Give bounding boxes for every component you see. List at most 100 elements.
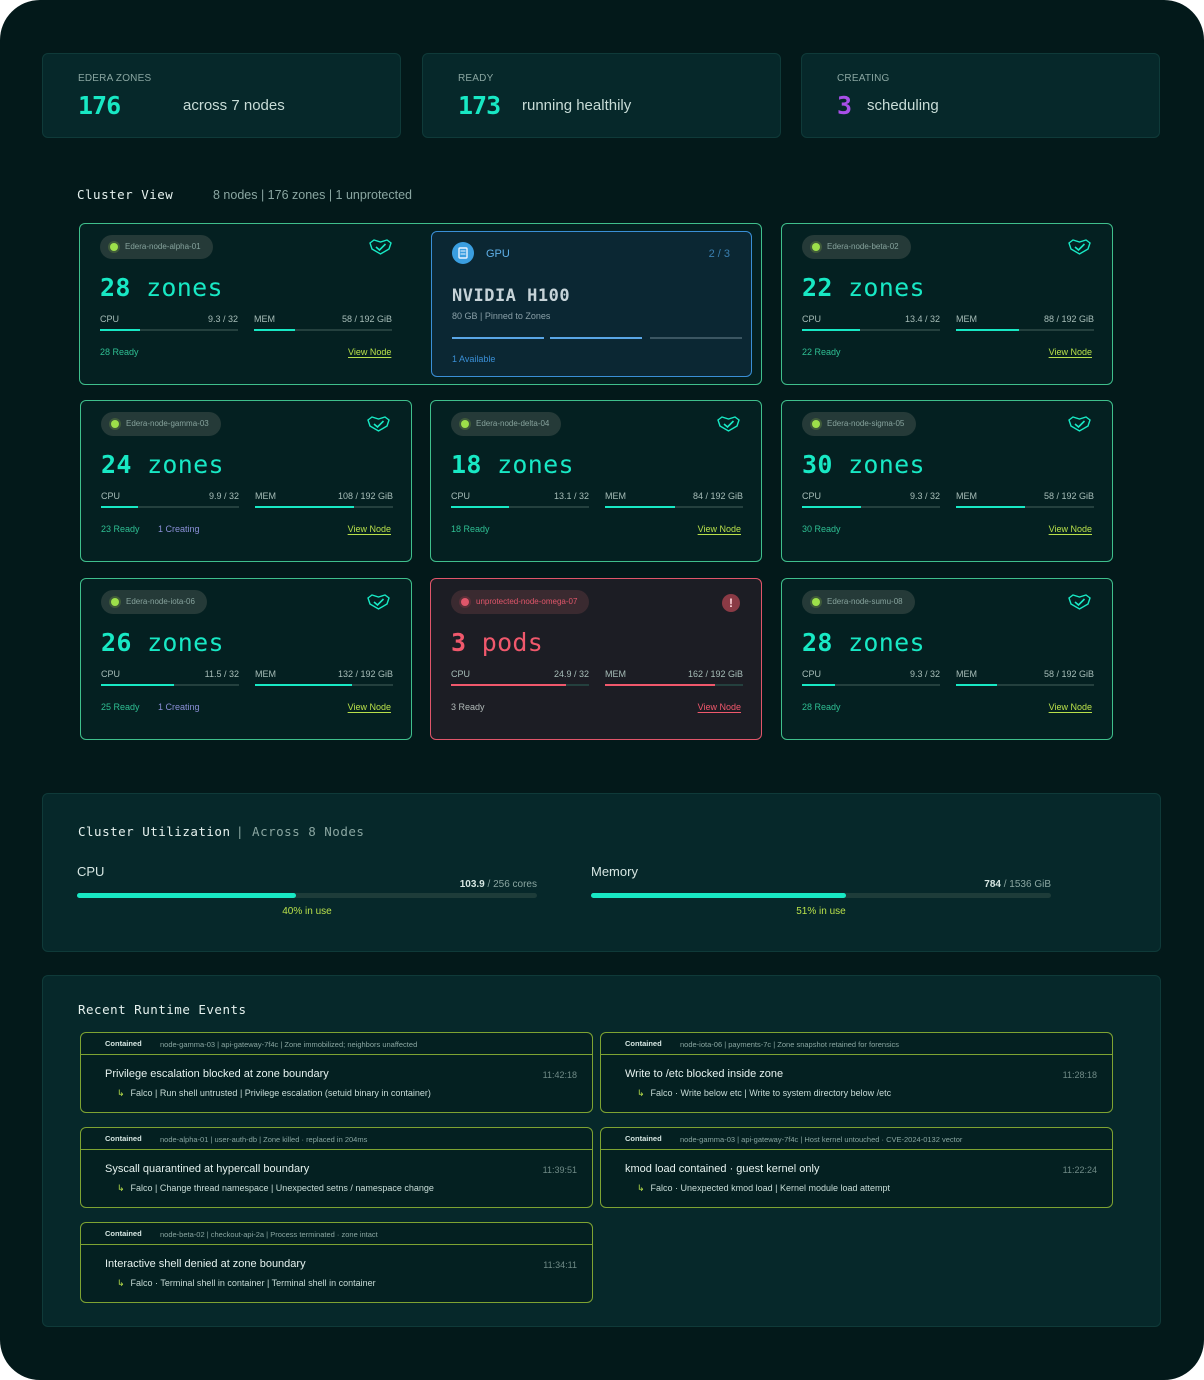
event-title: Write to /etc blocked inside zone	[625, 1068, 784, 1080]
node-zone-count: 24 zones	[101, 450, 224, 479]
stat-label: EDERA ZONES	[78, 73, 152, 84]
view-node-link[interactable]: View Node	[1049, 702, 1092, 712]
return-arrow-icon: ↳	[117, 1278, 125, 1288]
node-card[interactable]: Edera-node-iota-06 26 zones CPU 11.5 / 32 ME…	[80, 578, 412, 740]
node-name-pill: Edera-node-alpha-01	[100, 235, 213, 259]
gpu-card[interactable]: GPU 2 / 3 NVIDIA H100 80 GB | Pinned to …	[431, 231, 752, 377]
stat-card-ready: READY 173 running healthily	[422, 53, 781, 138]
node-card[interactable]: Edera-node-gamma-03 24 zones CPU 9.9 / 32 ME…	[80, 400, 412, 562]
shield-check-icon	[366, 414, 391, 433]
node-zone-count: 18 zones	[451, 450, 574, 479]
event-detail: ↳ Falco · Write below etc | Write to syst…	[637, 1088, 892, 1098]
cpu-percent: 40% in use	[282, 906, 332, 917]
event-time: 11:42:18	[542, 1070, 577, 1080]
cpu-label: CPU	[77, 864, 105, 879]
cluster-utilization-panel: Cluster Utilization | Across 8 Nodes CPU…	[42, 793, 1161, 952]
node-card[interactable]: Edera-node-beta-02 22 zones CPU 13.4 / 32 ME…	[781, 223, 1113, 385]
mem-bar	[255, 506, 393, 508]
stat-desc: across 7 nodes	[183, 97, 285, 114]
node-card[interactable]: Edera-node-alpha-01 28 zones CPU 9.3 / 32 ME…	[79, 223, 762, 385]
mem-bar	[956, 506, 1094, 508]
gpu-slot-bar	[650, 337, 742, 339]
cpu-progress-track	[77, 893, 537, 898]
event-header: Contained node-alpha-01 | user-auth-db |…	[81, 1128, 592, 1150]
event-card[interactable]: Contained node-iota-06 | payments-7c | Z…	[600, 1032, 1113, 1113]
gpu-model: NVIDIA H100	[452, 286, 571, 306]
node-zone-count: 28 zones	[100, 273, 223, 302]
view-node-link[interactable]: View Node	[698, 524, 741, 534]
warning-icon: !	[722, 594, 740, 612]
node-zone-count: 26 zones	[101, 628, 224, 657]
node-name-pill: Edera-node-iota-06	[101, 590, 207, 614]
event-time: 11:39:51	[542, 1165, 577, 1175]
gpu-count: 2 / 3	[708, 248, 730, 260]
mem-bar	[605, 684, 743, 686]
event-detail: ↳ Falco | Change thread namespace | Unexp…	[117, 1183, 434, 1193]
memory-label: Memory	[591, 864, 638, 879]
mem-bar	[605, 506, 743, 508]
status-dot-icon	[812, 420, 820, 428]
shield-check-icon	[368, 237, 393, 256]
node-card[interactable]: Edera-node-sigma-05 30 zones CPU 9.3 / 32 ME…	[781, 400, 1113, 562]
cpu-bar	[451, 684, 589, 686]
mem-bar	[254, 329, 392, 331]
event-time: 11:28:18	[1062, 1070, 1097, 1080]
event-card[interactable]: Contained node-beta-02 | checkout-api-2a…	[80, 1222, 593, 1303]
gpu-slot-bar	[550, 337, 642, 339]
return-arrow-icon: ↳	[117, 1183, 125, 1193]
mem-bar	[956, 684, 1094, 686]
cluster-view-title: Cluster View	[77, 187, 174, 202]
ready-count: 22 Ready	[802, 347, 841, 357]
event-card[interactable]: Contained node-alpha-01 | user-auth-db |…	[80, 1127, 593, 1208]
shield-check-icon	[366, 592, 391, 611]
stat-desc: running healthily	[522, 97, 632, 114]
event-meta: node-gamma-03 | api-gateway-7f4c | Zone …	[160, 1040, 418, 1049]
return-arrow-icon: ↳	[637, 1088, 645, 1098]
event-card[interactable]: Contained node-gamma-03 | api-gateway-7f…	[600, 1127, 1113, 1208]
utilization-title: Cluster Utilization	[78, 824, 231, 839]
view-node-link[interactable]: View Node	[348, 702, 391, 712]
node-zone-count: 22 zones	[802, 273, 925, 302]
event-detail: ↳ Falco · Unexpected kmod load | Kernel m…	[637, 1183, 891, 1193]
node-zone-count: 3 pods	[451, 628, 544, 657]
node-name-pill: unprotected-node-omega-07	[451, 590, 590, 614]
memory-progress-track	[591, 893, 1051, 898]
dashboard: EDERA ZONES 176 across 7 nodes READY 173…	[0, 0, 1204, 1380]
view-node-link[interactable]: View Node	[348, 347, 391, 357]
gpu-available: 1 Available	[452, 354, 496, 364]
cpu-progress-fill	[77, 893, 296, 898]
gpu-label: GPU	[486, 248, 510, 260]
event-detail: ↳ Falco · Terminal shell in container | T…	[117, 1278, 376, 1288]
stat-label: READY	[458, 73, 494, 84]
return-arrow-icon: ↳	[637, 1183, 645, 1193]
event-status-tag: Contained	[625, 1039, 662, 1048]
view-node-link[interactable]: View Node	[1049, 524, 1092, 534]
memory-percent: 51% in use	[796, 906, 846, 917]
view-node-link[interactable]: View Node	[698, 702, 741, 712]
view-node-link[interactable]: View Node	[348, 524, 391, 534]
event-status-tag: Contained	[105, 1039, 142, 1048]
event-card[interactable]: Contained node-gamma-03 | api-gateway-7f…	[80, 1032, 593, 1113]
node-card[interactable]: Edera-node-sumu-08 28 zones CPU 9.3 / 32 MEM…	[781, 578, 1113, 740]
shield-check-icon	[1067, 237, 1092, 256]
node-name-pill: Edera-node-delta-04	[451, 412, 562, 436]
status-dot-icon	[111, 598, 119, 606]
cpu-value: 103.9 / 256 cores	[459, 879, 537, 890]
status-dot-icon	[461, 598, 469, 606]
stat-value: 176	[78, 91, 121, 120]
cpu-bar	[802, 329, 940, 331]
node-name-pill: Edera-node-sigma-05	[802, 412, 917, 436]
stat-value: 173	[458, 91, 501, 120]
gpu-subtitle: 80 GB | Pinned to Zones	[452, 311, 551, 321]
ready-count: 25 Ready	[101, 702, 140, 712]
creating-count: 1 Creating	[158, 702, 200, 712]
shield-check-icon	[716, 414, 741, 433]
view-node-link[interactable]: View Node	[1049, 347, 1092, 357]
node-card[interactable]: unprotected-node-omega-07! 3 pods CPU 24.9 …	[430, 578, 762, 740]
cpu-bar	[100, 329, 238, 331]
node-card[interactable]: Edera-node-delta-04 18 zones CPU 13.1 / 32 M…	[430, 400, 762, 562]
ready-count: 23 Ready	[101, 524, 140, 534]
shield-check-icon	[1067, 592, 1092, 611]
cpu-bar	[451, 506, 589, 508]
shield-check-icon	[1067, 414, 1092, 433]
